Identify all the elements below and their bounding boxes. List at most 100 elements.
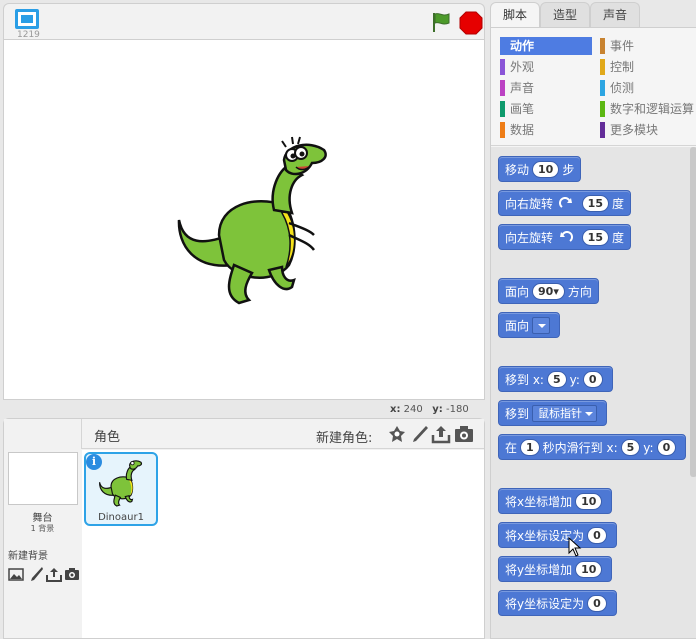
stage-header: 1219	[3, 3, 485, 40]
camera-icon[interactable]	[64, 566, 80, 582]
category-swatch	[600, 80, 605, 96]
block-text: 度	[611, 196, 624, 211]
go-to-block[interactable]: 移到 鼠标指针	[498, 400, 608, 426]
green-flag-icon[interactable]	[429, 10, 453, 34]
fullscreen-icon[interactable]	[14, 8, 40, 30]
goto-target-dropdown[interactable]: 鼠标指针	[532, 405, 598, 422]
dinosaur-thumbnail-icon	[98, 460, 143, 507]
stage-thumbnail[interactable]	[8, 452, 78, 505]
block-text: 向右旋转	[505, 196, 554, 211]
block-text: 将x坐标设定为	[505, 528, 585, 543]
direction-input[interactable]: 90▾	[532, 283, 565, 300]
category-list: 动作 事件 外观 控制 声音 侦测 画笔 数字和逻辑运算 数据 更多模块	[491, 28, 696, 146]
category-control[interactable]: 控制	[600, 58, 692, 76]
block-text: 秒内滑行到 x:	[542, 440, 618, 455]
turn-left-block[interactable]: 向左旋转 15 度	[498, 224, 631, 250]
category-label: 外观	[510, 60, 535, 74]
sprite-list: i Dinoaur1	[82, 450, 484, 638]
category-swatch	[500, 101, 505, 117]
block-text: 将x坐标增加	[505, 494, 573, 509]
rotate-clockwise-icon	[558, 196, 572, 208]
paint-landscape-icon[interactable]	[8, 566, 24, 582]
block-palette: 动作 事件 外观 控制 声音 侦测 画笔 数字和逻辑运算 数据 更多模块 移动 1…	[490, 27, 696, 639]
category-swatch	[600, 59, 605, 75]
category-label: 画笔	[510, 102, 535, 116]
new-sprite-label: 新建角色:	[316, 431, 373, 446]
camera-sprite-icon[interactable]	[454, 424, 474, 444]
stage-canvas[interactable]	[3, 39, 485, 400]
target-dropdown[interactable]	[532, 317, 551, 334]
category-events[interactable]: 事件	[600, 37, 692, 55]
x-set-input[interactable]: 0	[587, 527, 607, 544]
block-text: 步	[562, 162, 575, 177]
block-text: 移动	[505, 162, 530, 177]
sprite-tile[interactable]: i Dinoaur1	[84, 452, 158, 526]
block-text: y:	[569, 372, 580, 387]
block-text: 方向	[567, 284, 592, 299]
degrees-input[interactable]: 15	[581, 195, 609, 212]
x-input[interactable]: 5	[546, 371, 567, 388]
category-label: 数据	[510, 123, 535, 137]
sprite-library-icon[interactable]	[387, 424, 407, 444]
turn-right-block[interactable]: 向右旋转 15 度	[498, 190, 631, 216]
seconds-input[interactable]: 1	[520, 439, 540, 456]
block-text: 将y坐标增加	[505, 562, 573, 577]
move-steps-block[interactable]: 移动 10 步	[498, 156, 582, 182]
change-x-block[interactable]: 将x坐标增加 10	[498, 488, 613, 514]
y-input[interactable]: 0	[656, 439, 677, 456]
category-label: 动作	[510, 39, 535, 53]
backdrop-count: 1 背景	[30, 524, 55, 533]
scratch-editor: 1219 x: 240 y: -180 舞台 1 背景 新建背景 角色 新建角色…	[0, 0, 696, 639]
category-sensing[interactable]: 侦测	[600, 79, 692, 97]
palette-scrollbar[interactable]	[690, 147, 696, 477]
category-operators[interactable]: 数字和逻辑运算	[600, 100, 696, 118]
category-motion[interactable]: 动作	[500, 37, 592, 55]
tab-scripts[interactable]: 脚本	[490, 2, 540, 28]
steps-input[interactable]: 10	[532, 161, 560, 178]
block-text: 在	[505, 440, 518, 455]
category-pen[interactable]: 画笔	[500, 100, 592, 118]
category-swatch	[500, 122, 505, 138]
y-coord-label: y:	[432, 404, 443, 415]
upload-sprite-icon[interactable]	[431, 424, 451, 444]
rotate-counterclockwise-icon	[559, 230, 573, 242]
sprites-header: 角色 新建角色:	[81, 419, 484, 449]
go-to-xy-block[interactable]: 移到 x: 5 y: 0	[498, 366, 613, 392]
category-label: 侦测	[610, 81, 635, 95]
point-towards-block[interactable]: 面向	[498, 312, 561, 338]
point-in-direction-block[interactable]: 面向 90▾ 方向	[498, 278, 599, 304]
tab-sounds[interactable]: 声音	[590, 2, 640, 28]
change-y-block[interactable]: 将y坐标增加 10	[498, 556, 613, 582]
tab-costumes[interactable]: 造型	[540, 2, 590, 28]
block-text: 度	[611, 230, 624, 245]
degrees-input[interactable]: 15	[581, 229, 609, 246]
category-swatch	[600, 38, 605, 54]
block-text: 移到	[505, 406, 530, 421]
x-input[interactable]: 5	[620, 439, 641, 456]
x-coord-label: x:	[390, 404, 401, 415]
sprite-name: Dinoaur1	[98, 512, 144, 523]
set-y-block[interactable]: 将y坐标设定为 0	[498, 590, 617, 616]
category-data[interactable]: 数据	[500, 121, 592, 139]
y-input[interactable]: 0	[582, 371, 603, 388]
category-more-blocks[interactable]: 更多模块	[600, 121, 692, 139]
upload-icon[interactable]	[46, 566, 62, 582]
glide-block[interactable]: 在 1 秒内滑行到 x: 5 y: 0	[498, 434, 687, 460]
x-change-input[interactable]: 10	[575, 493, 603, 510]
y-set-input[interactable]: 0	[587, 595, 607, 612]
block-text: 移到 x:	[505, 372, 544, 387]
category-sound[interactable]: 声音	[500, 79, 592, 97]
category-label: 更多模块	[610, 123, 659, 137]
y-change-input[interactable]: 10	[575, 561, 603, 578]
dinosaur-sprite[interactable]	[174, 135, 334, 310]
stage-column: 舞台 1 背景 新建背景	[4, 419, 81, 638]
new-backdrop-label: 新建背景	[8, 551, 48, 562]
set-x-block[interactable]: 将x坐标设定为 0	[498, 522, 617, 548]
brush-icon[interactable]	[28, 566, 44, 582]
category-looks[interactable]: 外观	[500, 58, 592, 76]
stop-icon[interactable]	[459, 11, 483, 35]
block-text: 将y坐标设定为	[505, 596, 585, 611]
sprites-title: 角色	[94, 430, 121, 445]
paint-new-sprite-icon[interactable]	[409, 424, 429, 444]
mouse-coordinates: x: 240 y: -180	[390, 404, 469, 415]
